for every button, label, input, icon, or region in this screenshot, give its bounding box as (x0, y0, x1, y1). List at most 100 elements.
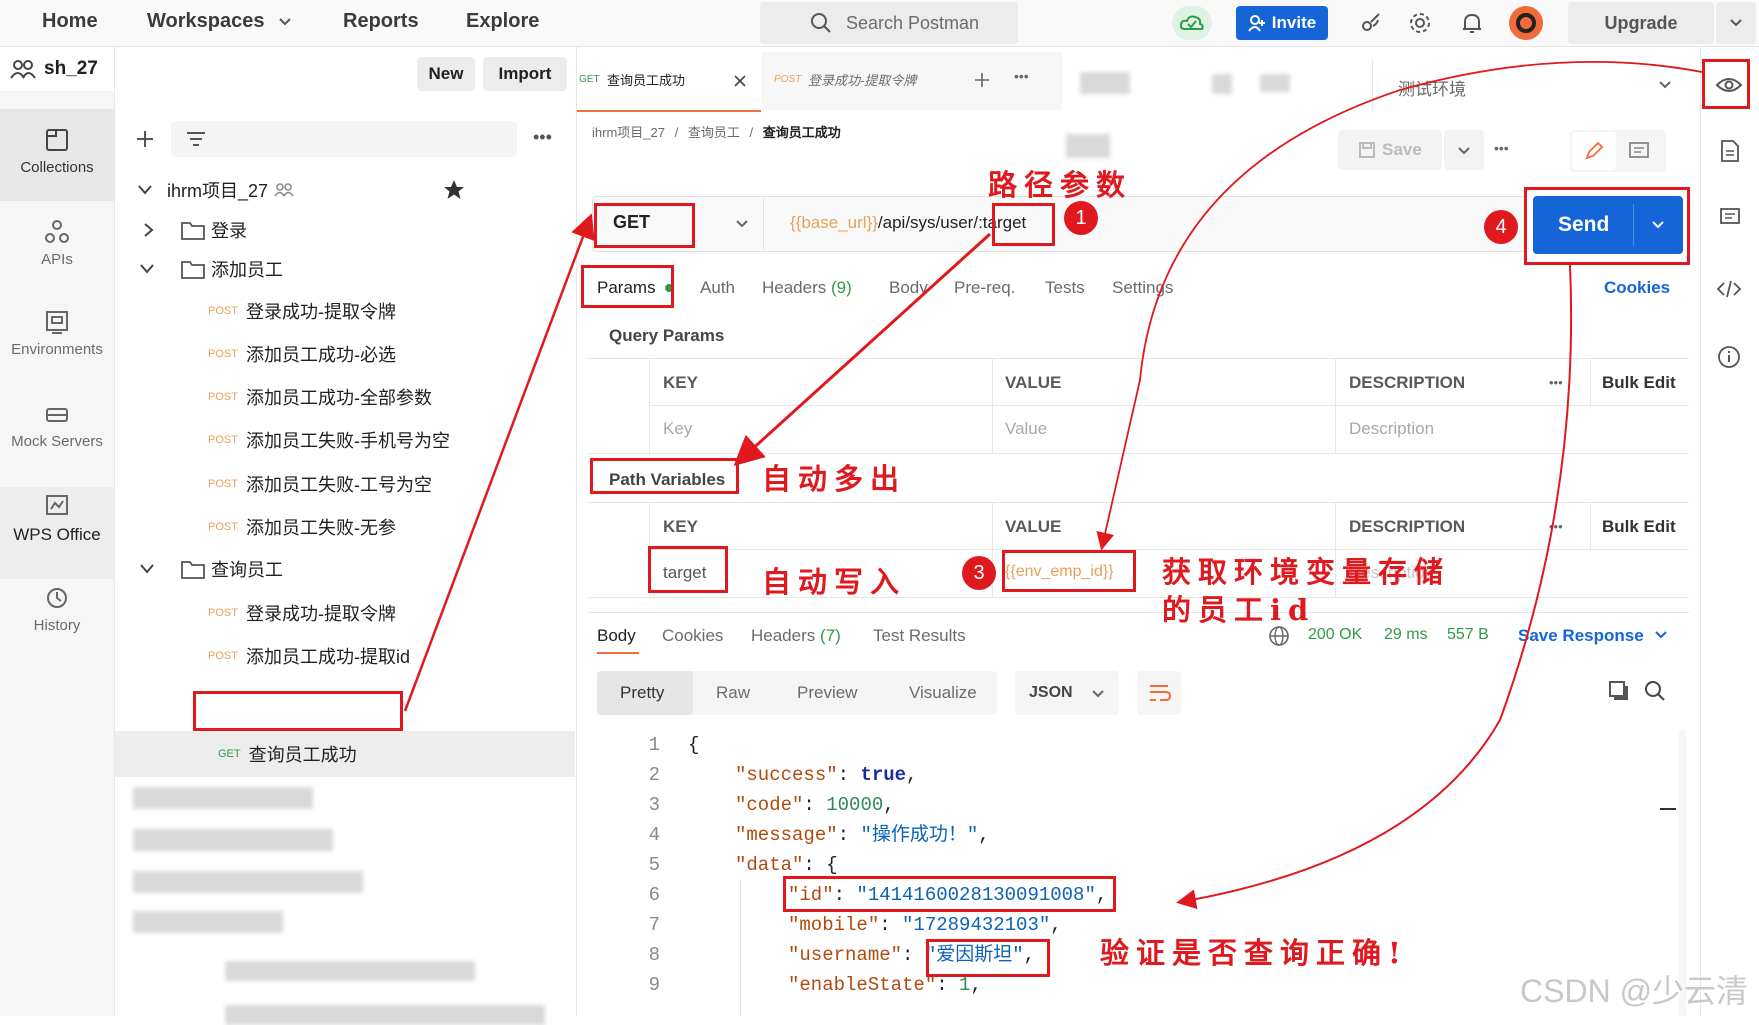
status-code[interactable]: 200 OK (1308, 626, 1362, 644)
request-item[interactable]: POST 添加员工成功-提取id (115, 635, 575, 677)
rail-apis[interactable]: APIs (0, 219, 114, 268)
filter-input[interactable] (171, 121, 517, 157)
document-icon[interactable] (1719, 139, 1741, 163)
plus-icon[interactable] (135, 129, 155, 149)
method-badge: POST (208, 348, 238, 360)
resp-tab-headers[interactable]: Headers (7) (751, 626, 841, 646)
request-item[interactable]: POST 添加员工失败-手机号为空 (115, 419, 575, 461)
col-value: VALUE (1005, 373, 1062, 392)
blurred-area (1080, 72, 1130, 94)
view-visualize[interactable]: Visualize (909, 683, 977, 703)
more-options-icon[interactable]: ••• (1549, 519, 1563, 534)
view-pretty[interactable]: Pretty (620, 683, 664, 703)
rail-mock-servers[interactable]: Mock Servers (0, 401, 114, 450)
nav-workspaces[interactable]: Workspaces (147, 10, 264, 33)
copy-icon[interactable] (1608, 680, 1630, 702)
request-item[interactable]: POST 添加员工成功-必选 (115, 333, 575, 375)
rail-environments[interactable]: Environments (0, 309, 114, 358)
upgrade-button[interactable]: Upgrade (1568, 2, 1714, 44)
sync-status[interactable] (1172, 6, 1212, 40)
upgrade-dropdown[interactable] (1716, 2, 1756, 44)
rail-history[interactable]: History (0, 585, 114, 634)
response-body: 1{ 2 "success": true, 3 "code": 10000, 4 "m… (0, 730, 1700, 1016)
resp-tab-cookies[interactable]: Cookies (662, 626, 723, 646)
nav-explore[interactable]: Explore (466, 10, 539, 33)
nav-reports[interactable]: Reports (343, 10, 419, 33)
step-badge-3: 3 (962, 556, 996, 590)
mode-toggle[interactable] (1570, 130, 1666, 172)
step-badge-4: 4 (1484, 210, 1518, 244)
folder-row[interactable]: 登录 (115, 209, 575, 251)
more-options-icon[interactable]: ••• (1494, 140, 1509, 156)
tab-tests[interactable]: Tests (1045, 278, 1085, 298)
search-icon[interactable] (1644, 680, 1666, 702)
bell-icon[interactable] (1457, 8, 1487, 38)
highlight-method (594, 203, 695, 248)
star-icon[interactable] (443, 179, 465, 201)
resp-tab-tests[interactable]: Test Results (873, 626, 966, 646)
request-tab[interactable]: POST 登录成功-提取令牌 ••• (762, 52, 1062, 110)
save-button[interactable]: Save (1338, 130, 1442, 170)
comment-icon[interactable] (1719, 207, 1741, 229)
info-icon[interactable] (1717, 345, 1741, 369)
request-item[interactable]: POST 登录成功-提取令牌 (115, 592, 575, 634)
close-icon[interactable] (733, 74, 747, 88)
rail-collections[interactable]: Collections (0, 127, 114, 176)
save-response-button[interactable]: Save Response (1518, 626, 1644, 646)
comment-icon[interactable] (1628, 141, 1650, 161)
response-time[interactable]: 29 ms (1384, 626, 1428, 644)
satellite-icon[interactable] (1355, 8, 1385, 38)
save-dropdown[interactable] (1444, 130, 1484, 170)
wrap-lines-button[interactable] (1137, 671, 1181, 715)
environment-selector[interactable]: 测试环境 (1372, 60, 1693, 110)
nav-home[interactable]: Home (42, 10, 98, 33)
cookies-link[interactable]: Cookies (1604, 278, 1670, 298)
monitor-icon (46, 495, 68, 515)
avatar[interactable] (1509, 6, 1543, 40)
bulk-edit-link[interactable]: Bulk Edit (1602, 373, 1676, 393)
request-item[interactable]: POST 添加员工失败-无参 (115, 506, 575, 548)
tab-body[interactable]: Body (889, 278, 928, 298)
more-options-icon[interactable]: ••• (1549, 375, 1563, 390)
value-placeholder[interactable]: Value (1005, 419, 1047, 439)
view-raw[interactable]: Raw (716, 683, 750, 703)
request-item[interactable]: POST 添加员工失败-工号为空 (115, 463, 575, 505)
format-select[interactable]: JSON (1015, 671, 1119, 715)
tab-prereq[interactable]: Pre-req. (954, 278, 1015, 298)
new-button[interactable]: New (417, 57, 475, 91)
description-placeholder[interactable]: Description (1349, 419, 1434, 439)
more-tabs-icon[interactable]: ••• (1014, 68, 1029, 84)
tab-headers[interactable]: Headers (9) (762, 278, 852, 298)
url-input[interactable]: {{base_url}}/api/sys/user/:target (763, 196, 1525, 252)
plus-icon[interactable] (974, 72, 990, 88)
more-options-icon[interactable]: ••• (533, 127, 552, 148)
collection-row[interactable]: ihrm项目_27 (115, 169, 575, 211)
view-preview[interactable]: Preview (797, 683, 857, 703)
tab-auth[interactable]: Auth (700, 278, 735, 298)
invite-button[interactable]: Invite (1236, 6, 1328, 40)
search-box[interactable]: Search Postman (760, 2, 1018, 44)
request-item[interactable]: POST 添加员工成功-全部参数 (115, 376, 575, 418)
col-key: KEY (663, 517, 698, 536)
resp-tab-body[interactable]: Body (597, 626, 636, 646)
code-icon[interactable] (1715, 279, 1743, 299)
request-name: 添加员工成功-提取id (245, 647, 410, 667)
chevron-down-icon[interactable] (1654, 630, 1668, 640)
breadcrumb-item[interactable]: ihrm项目_27 (592, 125, 665, 140)
request-tab-active[interactable]: GET 查询员工成功 (577, 52, 761, 112)
top-bar: Home Workspaces Reports Explore Search P… (0, 0, 1759, 47)
rail-wps-office[interactable]: WPS Office (0, 493, 114, 545)
gear-icon[interactable] (1405, 8, 1435, 38)
url-text: {{base_url}}/api/sys/user/:target (790, 213, 1026, 233)
breadcrumb-item[interactable]: 查询员工 (688, 125, 740, 140)
search-placeholder: Search Postman (846, 13, 980, 33)
tab-settings[interactable]: Settings (1112, 278, 1173, 298)
import-button[interactable]: Import (483, 57, 567, 91)
response-size[interactable]: 557 B (1447, 626, 1489, 644)
bulk-edit-link[interactable]: Bulk Edit (1602, 517, 1676, 537)
request-item[interactable]: POST 登录成功-提取令牌 (115, 290, 575, 332)
key-placeholder[interactable]: Key (663, 419, 692, 439)
folder-row[interactable]: 添加员工 (115, 248, 575, 290)
edit-mode[interactable] (1572, 132, 1616, 170)
folder-row[interactable]: 查询员工 (115, 548, 575, 590)
